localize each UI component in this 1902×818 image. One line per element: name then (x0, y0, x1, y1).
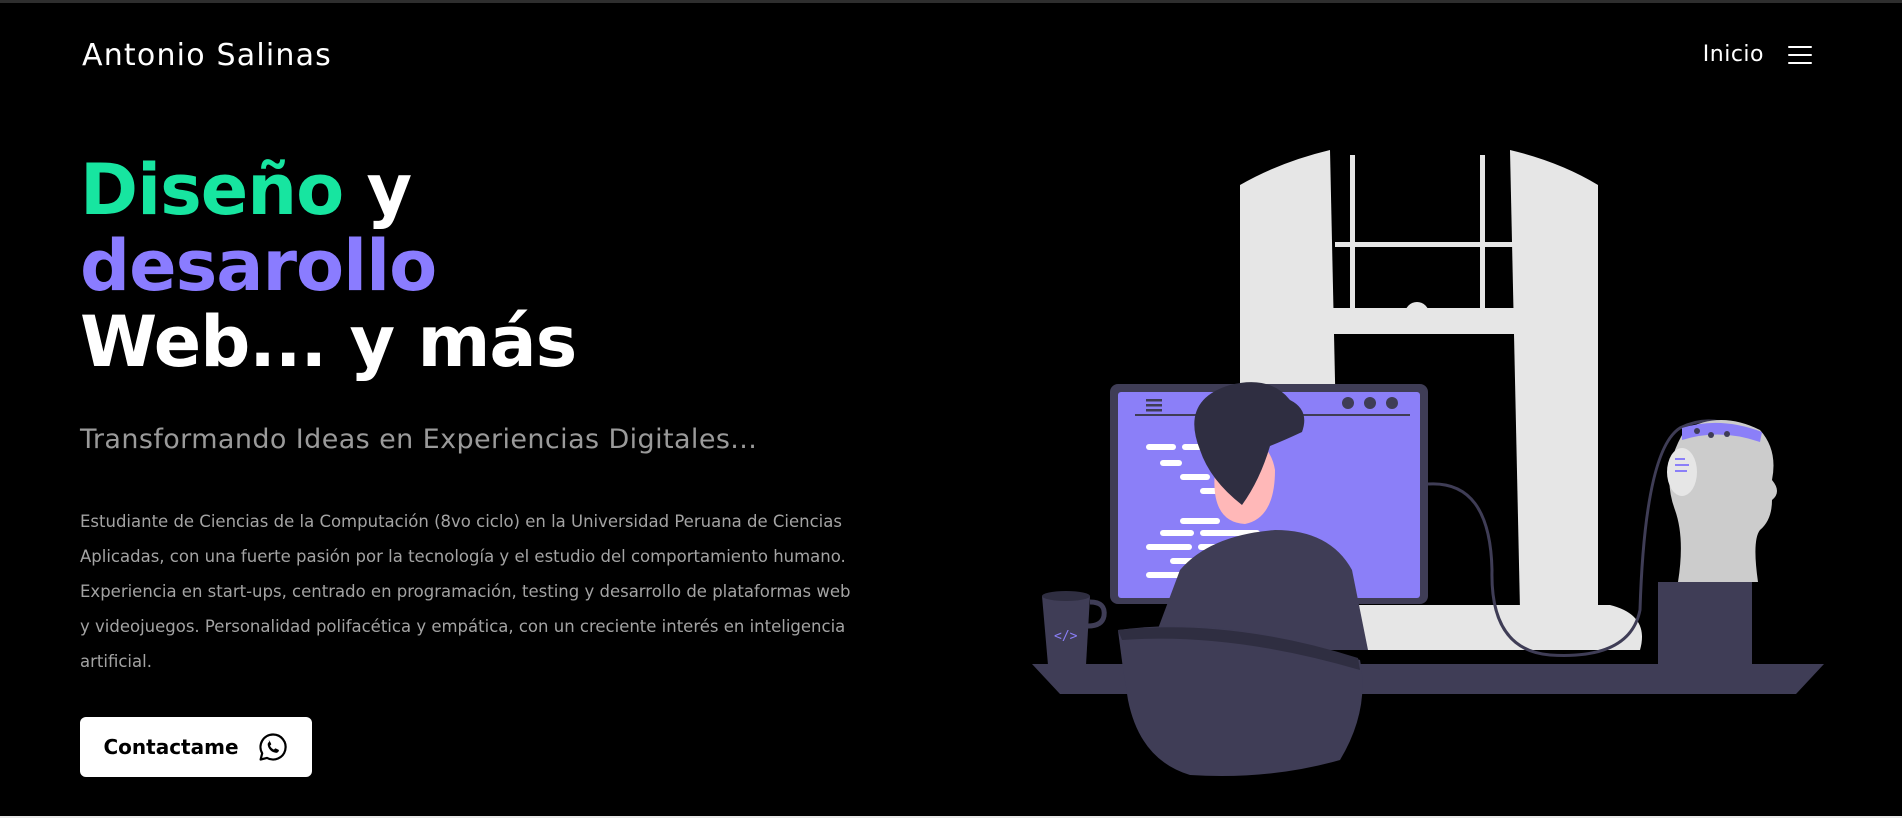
top-border (0, 0, 1902, 3)
coffee-mug: </> (1042, 591, 1107, 665)
headline-word-y: y (343, 149, 413, 231)
hero-subtitle: Transformando Ideas en Experiencias Digi… (80, 424, 758, 455)
code-brackets-icon: </> (1054, 629, 1078, 644)
head-sculpture (1658, 420, 1777, 664)
brand-logo-text[interactable]: Antonio Salinas (82, 38, 332, 73)
menu-bar (1788, 53, 1812, 56)
headline-word-web: Web... y más (80, 301, 577, 383)
menu-bar (1788, 45, 1812, 48)
headline-word-desarollo: desarollo (80, 225, 437, 307)
headline-word-diseno: Diseño (80, 149, 344, 231)
top-navigation: Inicio (1703, 42, 1812, 67)
contact-button-label: Contactame (103, 735, 239, 759)
menu-bar (1788, 61, 1812, 64)
hero-headline: Diseño y desarollo Web... y más (80, 149, 577, 383)
hero-description: Estudiante de Ciencias de la Computación… (80, 512, 851, 671)
nav-link-inicio[interactable]: Inicio (1703, 42, 1764, 67)
whatsapp-icon (258, 733, 287, 761)
developer-at-desk-illustration: </> (1032, 150, 1824, 776)
contact-button[interactable]: Contactame (80, 717, 312, 777)
hamburger-menu-icon[interactable] (1788, 45, 1812, 64)
